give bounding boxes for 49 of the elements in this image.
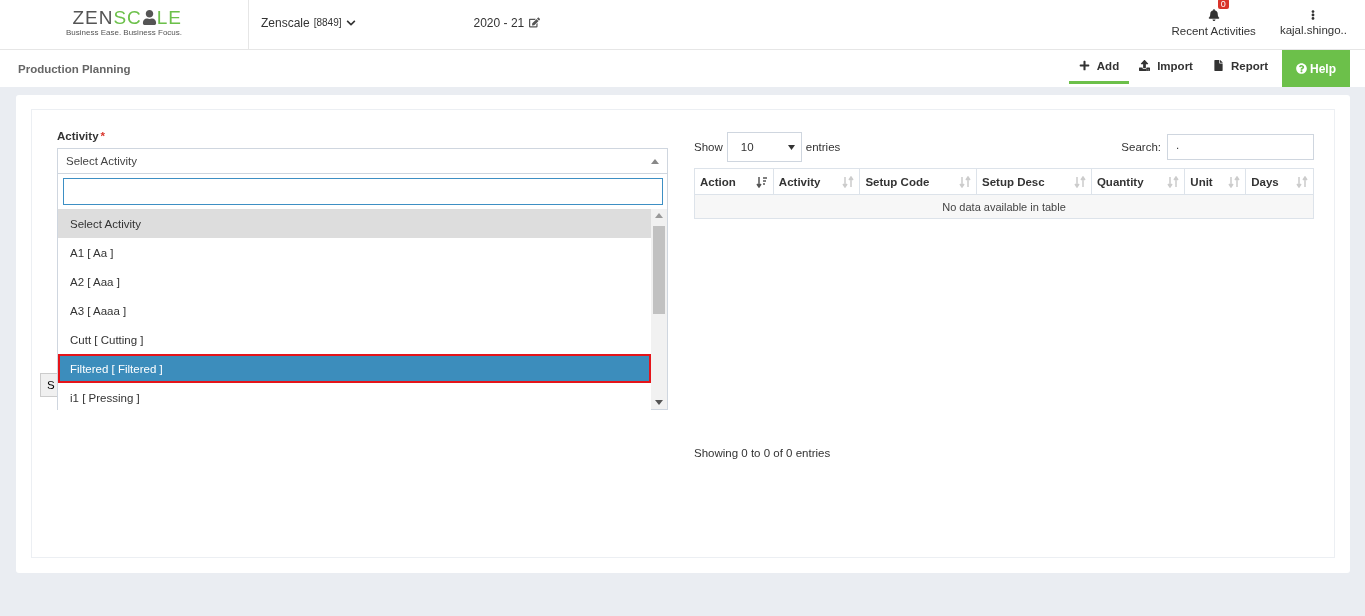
sort-icon (1073, 175, 1086, 188)
notification-badge: 0 (1217, 0, 1229, 9)
toolbar-tab[interactable]: Import (1129, 50, 1203, 84)
edit-icon[interactable] (529, 17, 541, 28)
table-info: Showing 0 to 0 of 0 entries (694, 447, 832, 459)
sort-icon (1167, 175, 1180, 188)
entries-label: entries (805, 141, 841, 153)
sort-icon (959, 175, 972, 188)
column-header[interactable]: Days (1245, 168, 1314, 195)
scroll-down-icon[interactable] (655, 400, 663, 405)
search-label: Search: (1121, 141, 1161, 153)
bell-icon (1207, 8, 1220, 21)
show-label: Show (694, 141, 723, 153)
scrollbar[interactable] (651, 209, 667, 409)
column-header[interactable]: Activity (773, 168, 860, 195)
toolbar-tab[interactable]: Add (1068, 50, 1130, 84)
sort-icon (1228, 175, 1241, 188)
recent-activities-button[interactable]: 0 Recent Activities (1159, 0, 1268, 49)
table-search-field[interactable]: . (1167, 134, 1314, 160)
column-header[interactable]: Action (694, 168, 774, 195)
dropdown-option[interactable]: Select Activity (58, 209, 651, 238)
column-header[interactable]: Setup Desc (976, 168, 1092, 195)
chevron-down-icon (345, 17, 356, 28)
plus-icon (1078, 60, 1090, 71)
person-icon (141, 10, 157, 25)
activity-select[interactable]: Select Activity (57, 148, 668, 174)
column-header[interactable]: Setup Code (859, 168, 977, 195)
dropdown-option[interactable]: Filtered [ Filtered ] (58, 354, 651, 383)
company-selector[interactable]: Zenscale [8849] (261, 0, 356, 45)
scroll-up-icon[interactable] (655, 213, 663, 218)
sort-icon (1296, 175, 1308, 188)
sort-icon (842, 175, 855, 188)
column-header[interactable]: Quantity (1091, 168, 1185, 195)
sort-icon (755, 175, 768, 188)
page-size-select[interactable]: 10 (726, 132, 802, 162)
caret-down-icon (787, 144, 795, 150)
empty-message: No data available in table (694, 194, 1314, 219)
financial-year: 2020 - 21 (473, 15, 525, 30)
upload-icon (1139, 60, 1151, 71)
field-label: Activity * (57, 130, 107, 142)
search-field[interactable] (63, 178, 663, 205)
toolbar-tab[interactable]: Report (1202, 50, 1278, 84)
logo: ZENSC LE Business Ease. Business Focus. (65, 6, 183, 37)
user-menu[interactable]: kajal.shingo.. (1267, 0, 1359, 49)
question-icon (1296, 63, 1307, 74)
file-icon (1212, 60, 1224, 71)
column-header[interactable]: Unit (1184, 168, 1246, 195)
caret-up-icon (651, 158, 659, 164)
page-title: Production Planning (18, 61, 131, 77)
